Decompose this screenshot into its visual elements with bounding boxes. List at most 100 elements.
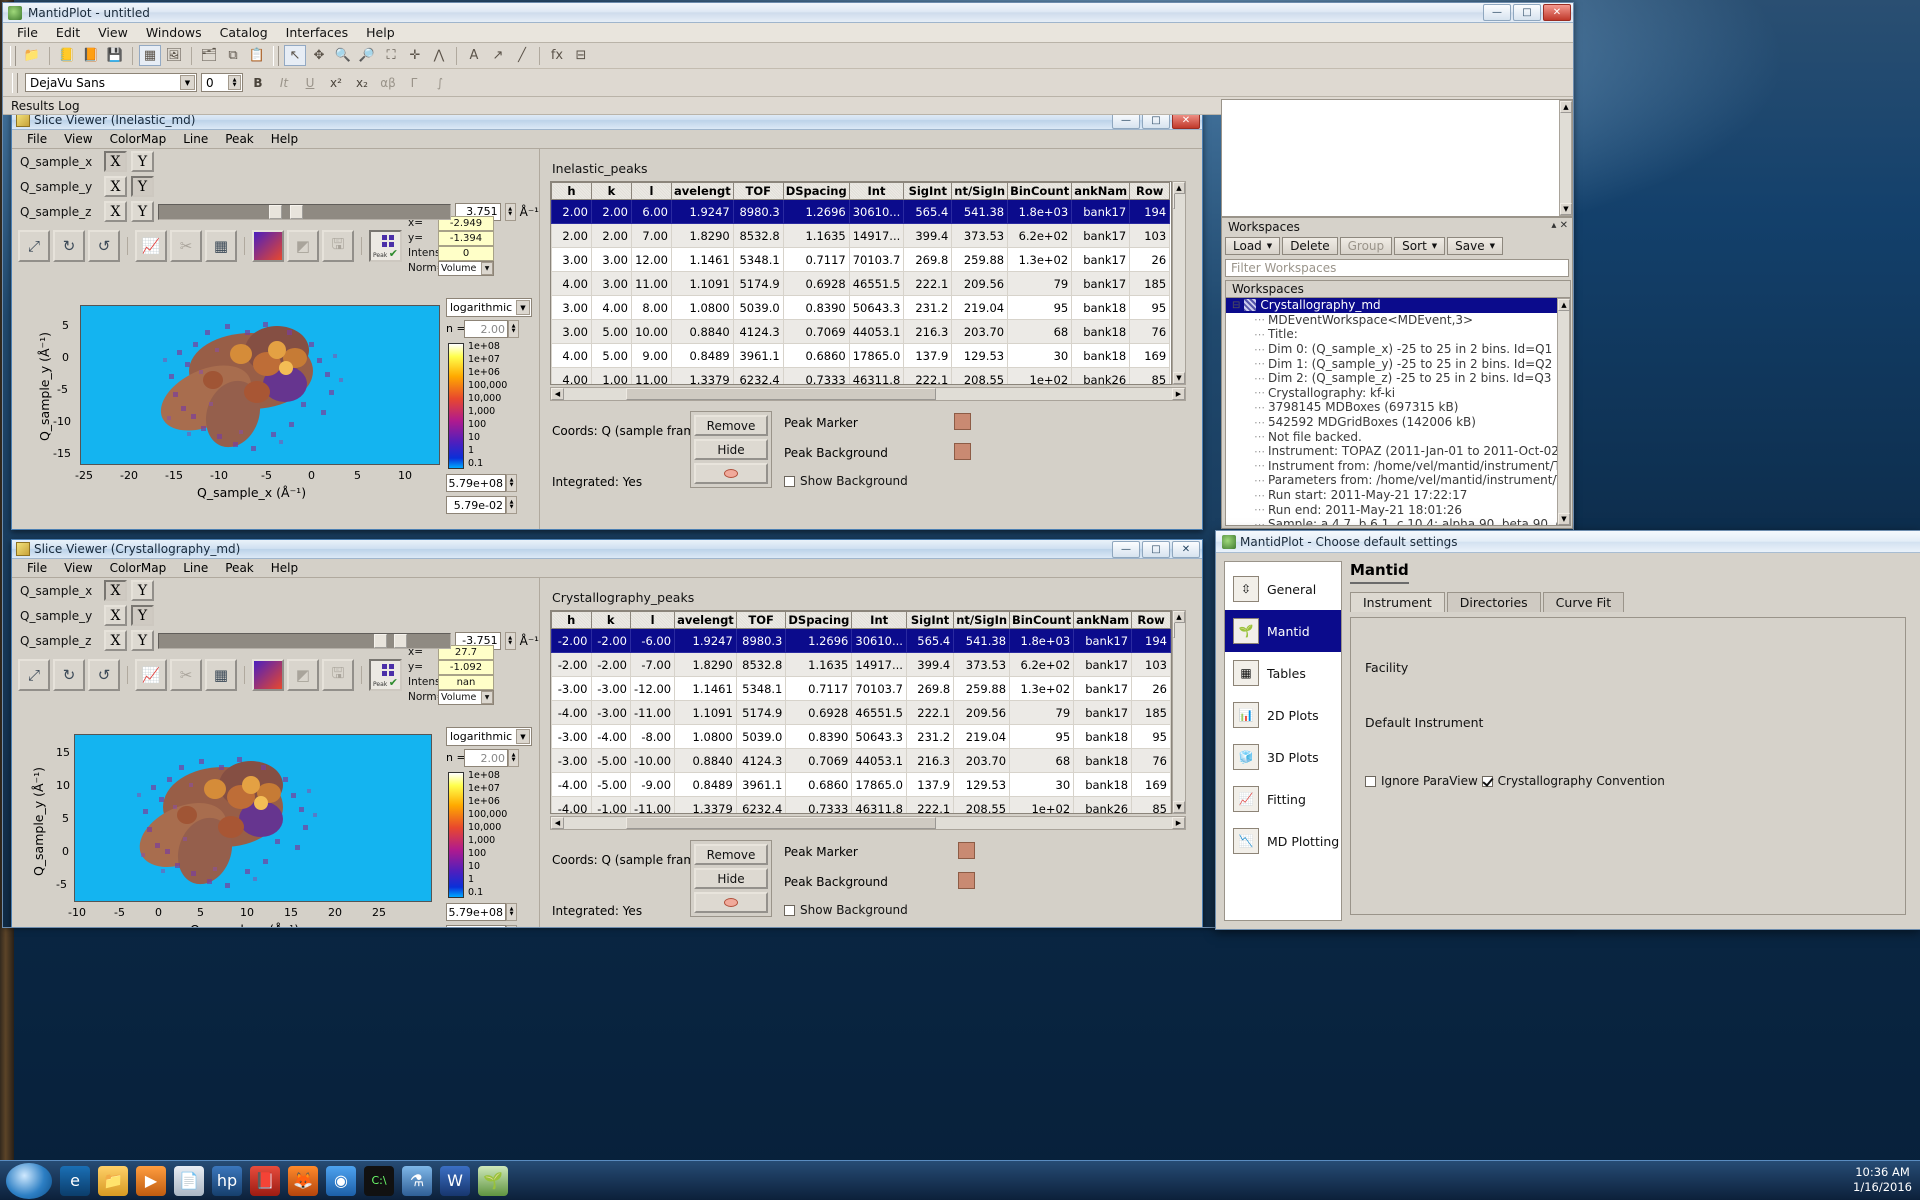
filter-workspaces-input[interactable]: Filter Workspaces [1225, 259, 1569, 277]
table-cell[interactable]: -11.00 [631, 701, 675, 725]
toolbar-grip[interactable] [273, 46, 279, 66]
table-cell[interactable]: 0.7333 [786, 797, 852, 815]
vscroll-thumb[interactable] [1173, 622, 1175, 638]
sv2-scale-select[interactable]: logarithmic ▼ [446, 727, 532, 746]
menu-file[interactable]: File [9, 23, 46, 42]
table-cell[interactable]: bank17 [1072, 272, 1130, 296]
table-cell[interactable]: bank18 [1072, 320, 1130, 344]
table-cell[interactable]: -8.00 [631, 725, 675, 749]
table-cell[interactable]: 222.1 [904, 368, 952, 386]
sv2-cbmin-spinner-icon[interactable]: ▲▼ [506, 925, 517, 927]
sv2-snapshot-icon[interactable]: 🖫 [322, 659, 354, 691]
table-row[interactable]: 2.002.006.001.92478980.31.269630610...56… [552, 200, 1170, 224]
table-cell[interactable]: 17865.0 [849, 344, 904, 368]
table-row[interactable]: -3.00-4.00-8.001.08005039.00.839050643.3… [552, 725, 1171, 749]
workspace-tree-node[interactable]: ⋯Instrument from: /home/vel/mantid/instr… [1226, 459, 1570, 474]
table-cell[interactable]: 14917... [852, 653, 907, 677]
sv2-close-button[interactable]: ✕ [1172, 541, 1200, 558]
table-cell[interactable]: 2.00 [552, 224, 592, 248]
table-cell[interactable]: 541.38 [952, 200, 1008, 224]
sv2-menu-peak[interactable]: Peak [218, 560, 261, 576]
column-header-dspacing[interactable]: DSpacing [786, 612, 852, 629]
close-button[interactable]: ✕ [1543, 4, 1571, 21]
table-cell[interactable]: 1.1461 [675, 677, 737, 701]
sv2-zoom-fit-icon[interactable]: ⤢ [18, 659, 50, 691]
chevron-down-icon[interactable]: ▼ [1490, 242, 1495, 250]
scroll-up-icon[interactable]: ▲ [1558, 299, 1570, 311]
sv1-hide-button[interactable]: Hide [694, 439, 768, 460]
terminal-icon[interactable]: C:\ [364, 1166, 394, 1196]
new-graph-icon[interactable]: 🗂 [198, 45, 220, 66]
hscroll-thumb[interactable] [626, 817, 936, 829]
table-cell[interactable]: -3.00 [591, 701, 631, 725]
table-row[interactable]: -2.00-2.00-7.001.82908532.81.163514917..… [552, 653, 1171, 677]
save-project-icon[interactable]: 💾 [104, 45, 126, 66]
table-cell[interactable]: -5.00 [591, 749, 631, 773]
sv1-peak-overlay-button[interactable]: Peak ✔ [369, 230, 402, 262]
sv2-dim2-x-button[interactable]: X [104, 630, 127, 651]
pdf-icon[interactable]: 📕 [250, 1166, 280, 1196]
table-cell[interactable]: 30 [1010, 773, 1074, 797]
table-cell[interactable]: bank26 [1074, 797, 1132, 815]
table-cell[interactable]: -1.00 [591, 797, 631, 815]
sv2-peak-background-color-swatch[interactable] [958, 872, 975, 889]
arrow-tool-icon[interactable]: ↗ [487, 45, 509, 66]
settings-category-3d-plots[interactable]: 🧊3D Plots [1225, 736, 1341, 778]
column-header-tof[interactable]: TOF [736, 612, 786, 629]
table-cell[interactable]: -2.00 [552, 653, 592, 677]
sv1-table-vscrollbar[interactable]: ▲ ▼ [1172, 181, 1186, 385]
sv1-n-spinner-icon[interactable]: ▲▼ [508, 320, 519, 338]
table-cell[interactable]: 1.1461 [672, 248, 734, 272]
table-cell[interactable]: 0.6860 [786, 773, 852, 797]
table-cell[interactable]: 222.1 [904, 272, 952, 296]
workspace-tree-root-node[interactable]: ⊟Crystallography_md [1226, 298, 1570, 313]
table-cell[interactable]: -4.00 [552, 797, 592, 815]
table-cell[interactable]: 0.7117 [786, 677, 852, 701]
data-reader-icon[interactable]: ⛶ [380, 45, 402, 66]
table-row[interactable]: 4.005.009.000.84893961.10.686017865.0137… [552, 344, 1170, 368]
table-cell[interactable]: 10.00 [632, 320, 672, 344]
column-header-k[interactable]: k [592, 183, 632, 200]
pointer-icon[interactable]: ↖ [284, 45, 306, 66]
table-cell[interactable]: 12.00 [632, 248, 672, 272]
table-cell[interactable]: 4.00 [592, 296, 632, 320]
table-cell[interactable]: -2.00 [591, 653, 631, 677]
table-cell[interactable]: 0.8840 [675, 749, 737, 773]
menu-interfaces[interactable]: Interfaces [278, 23, 356, 42]
sv2-dim0-y-button[interactable]: Y [131, 580, 154, 601]
scroll-left-icon[interactable]: ◀ [551, 388, 564, 400]
sv1-grid-icon[interactable]: ▦ [205, 230, 237, 262]
table-cell[interactable]: 169 [1132, 773, 1171, 797]
table-cell[interactable]: 399.4 [904, 224, 952, 248]
column-header-int[interactable]: Int [849, 183, 904, 200]
sv1-menu-colormap[interactable]: ColorMap [103, 131, 174, 147]
file-icon[interactable]: 📄 [174, 1166, 204, 1196]
table-row[interactable]: -2.00-2.00-6.001.92478980.31.269630610..… [552, 629, 1171, 653]
table-row[interactable]: 3.004.008.001.08005039.00.839050643.3231… [552, 296, 1170, 320]
workspace-tree-node[interactable]: ⋯3798145 MDBoxes (697315 kB) [1226, 400, 1570, 415]
sv2-menu-help[interactable]: Help [264, 560, 305, 576]
table-cell[interactable]: 103 [1130, 224, 1170, 248]
workspace-tree-node[interactable]: ⋯Crystallography: kf-ki [1226, 386, 1570, 401]
sv2-menu-view[interactable]: View [57, 560, 99, 576]
chevron-down-icon[interactable]: ▼ [481, 262, 493, 275]
table-cell[interactable]: 1.1635 [783, 224, 849, 248]
settings-category-fitting[interactable]: 📈Fitting [1225, 778, 1341, 820]
table-cell[interactable]: 103 [1132, 653, 1171, 677]
table-cell[interactable]: 1e+02 [1010, 797, 1074, 815]
table-cell[interactable]: 399.4 [906, 653, 953, 677]
column-header-k[interactable]: k [591, 612, 631, 629]
table-cell[interactable]: bank18 [1074, 773, 1132, 797]
sv1-refresh-icon[interactable]: ↺ [88, 230, 120, 262]
sv1-cbmin-spinner-icon[interactable]: ▲▼ [506, 496, 517, 514]
scroll-right-icon[interactable]: ▶ [1172, 388, 1185, 400]
table-cell[interactable]: -2.00 [552, 629, 592, 653]
expand-collapse-icon[interactable]: ⊟ [1232, 300, 1240, 311]
table-cell[interactable]: 5174.9 [733, 272, 783, 296]
table-cell[interactable]: 5348.1 [733, 248, 783, 272]
dock-close-icon[interactable]: ▴ ✕ [1551, 220, 1568, 231]
table-cell[interactable]: 3961.1 [736, 773, 786, 797]
open-folder-icon[interactable]: 📁 [21, 45, 43, 66]
sv2-cb-min[interactable]: 5.79e-02 [446, 925, 506, 927]
table-cell[interactable]: bank17 [1072, 200, 1130, 224]
